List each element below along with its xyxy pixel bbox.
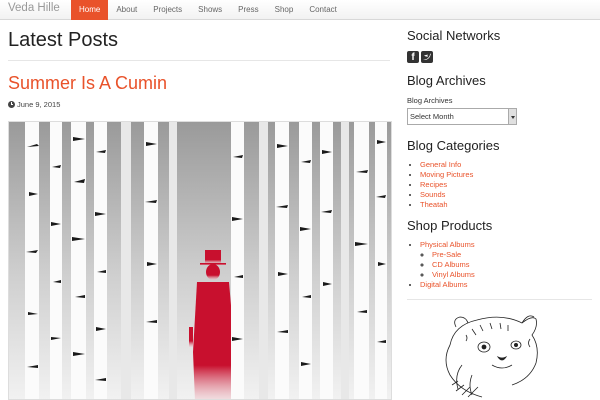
- widget-title-categories: Blog Categories: [407, 138, 500, 153]
- widget-title-shop: Shop Products: [407, 218, 493, 233]
- list-item: Recipes: [420, 180, 473, 190]
- post-date: June 9, 2015: [8, 100, 60, 109]
- nav-shop[interactable]: Shop: [267, 0, 302, 20]
- post-featured-image[interactable]: [8, 121, 392, 400]
- shop-link-physical-albums[interactable]: Physical Albums: [420, 240, 475, 249]
- list-item: General Info: [420, 160, 473, 170]
- nav-shows[interactable]: Shows: [190, 0, 230, 20]
- list-item: Vinyl Albums: [432, 270, 475, 280]
- divider: [407, 299, 592, 300]
- nav-about[interactable]: About: [108, 0, 145, 20]
- nav-home[interactable]: Home: [71, 0, 109, 20]
- clock-icon: [8, 101, 15, 108]
- shop-link-pre-sale[interactable]: Pre-Sale: [432, 250, 461, 259]
- post-date-text: June 9, 2015: [17, 100, 61, 109]
- nav-press[interactable]: Press: [230, 0, 266, 20]
- category-link-general-info[interactable]: General Info: [420, 160, 461, 169]
- list-item: Physical Albums Pre-Sale CD Albums Vinyl…: [420, 240, 475, 280]
- nav-contact[interactable]: Contact: [301, 0, 345, 20]
- shop-sublist: Pre-Sale CD Albums Vinyl Albums: [432, 250, 475, 280]
- shop-link-cd-albums[interactable]: CD Albums: [432, 260, 470, 269]
- nav-projects[interactable]: Projects: [145, 0, 190, 20]
- social-links: f: [407, 51, 433, 63]
- list-item: CD Albums: [432, 260, 475, 270]
- shop-product-list: Physical Albums Pre-Sale CD Albums Vinyl…: [420, 240, 475, 290]
- category-link-recipes[interactable]: Recipes: [420, 180, 447, 189]
- category-list: General Info Moving Pictures Recipes Sou…: [420, 160, 473, 210]
- select-value: Select Month: [410, 112, 454, 121]
- category-link-theatah[interactable]: Theatah: [420, 200, 448, 209]
- archives-month-select[interactable]: Select Month: [407, 108, 517, 125]
- site-brand[interactable]: Veda Hille: [8, 2, 60, 14]
- shop-link-vinyl-albums[interactable]: Vinyl Albums: [432, 270, 475, 279]
- twitter-icon[interactable]: [421, 51, 433, 63]
- list-item: Sounds: [420, 190, 473, 200]
- chevron-down-icon: [508, 109, 516, 124]
- shop-link-digital-albums[interactable]: Digital Albums: [420, 280, 468, 289]
- list-item: Digital Albums: [420, 280, 475, 290]
- divider: [8, 60, 390, 61]
- widget-title-social: Social Networks: [407, 28, 501, 43]
- category-link-moving-pictures[interactable]: Moving Pictures: [420, 170, 473, 179]
- page-title: Latest Posts: [8, 29, 119, 51]
- birch-forest-illustration: [9, 122, 391, 399]
- list-item: Pre-Sale: [432, 250, 475, 260]
- category-link-sounds[interactable]: Sounds: [420, 190, 445, 199]
- main-nav: Home About Projects Shows Press Shop Con…: [71, 0, 345, 20]
- list-item: Theatah: [420, 200, 473, 210]
- list-item: Moving Pictures: [420, 170, 473, 180]
- animal-sketch-image: [445, 315, 538, 398]
- post-title-link[interactable]: Summer Is A Cumin: [8, 73, 167, 94]
- widget-title-archives: Blog Archives: [407, 73, 486, 88]
- archives-label: Blog Archives: [407, 96, 453, 105]
- top-navbar: Veda Hille Home About Projects Shows Pre…: [0, 0, 600, 20]
- facebook-icon[interactable]: f: [407, 51, 419, 63]
